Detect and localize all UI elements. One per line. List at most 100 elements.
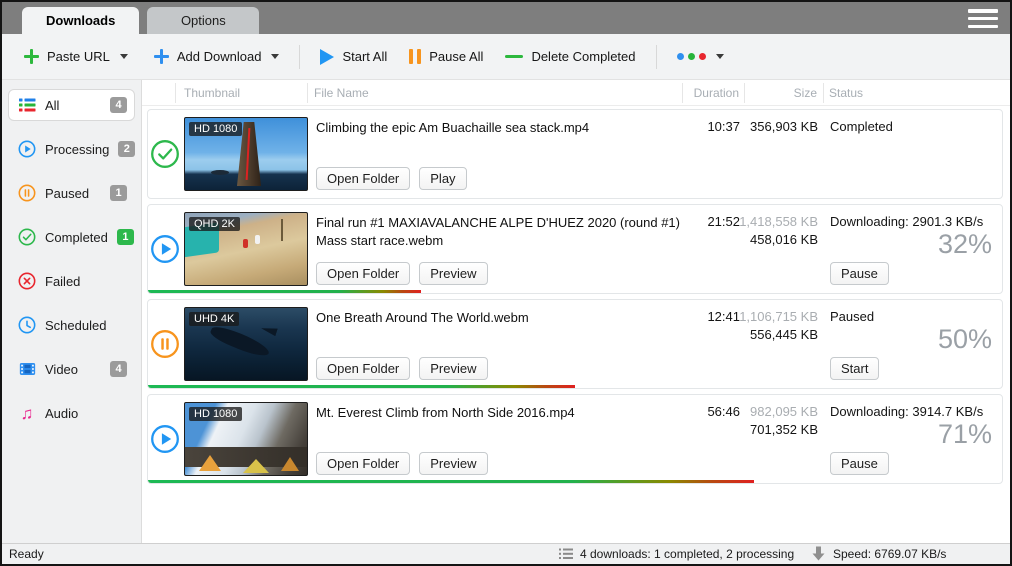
video-thumbnail[interactable]: UHD 4K [184, 307, 308, 381]
minus-icon [505, 55, 523, 58]
clock-icon [18, 316, 36, 334]
pause-button[interactable]: Pause [830, 452, 889, 475]
status-value: Completed [830, 119, 893, 134]
sidebar-item-processing[interactable]: Processing 2 [8, 133, 135, 165]
tab-options[interactable]: Options [147, 7, 259, 34]
speed-text: Speed: 6769.07 KB/s [833, 547, 946, 561]
toolbar-separator [656, 45, 657, 69]
count-badge: 1 [110, 185, 127, 201]
video-thumbnail[interactable]: HD 1080 [184, 117, 308, 191]
hamburger-menu-icon[interactable] [968, 9, 998, 28]
film-icon [18, 361, 36, 377]
check-circle-icon [148, 110, 182, 198]
delete-completed-button[interactable]: Delete Completed [497, 43, 643, 70]
count-badge: 4 [110, 361, 127, 377]
chevron-down-icon [716, 54, 724, 59]
download-row[interactable]: UHD 4K One Breath Around The World.webm … [147, 299, 1003, 389]
preview-button[interactable]: Preview [419, 452, 487, 475]
status-value: Downloading: 3914.7 KB/s [830, 404, 983, 419]
progress-bar [148, 385, 575, 388]
error-circle-icon [18, 272, 36, 290]
sidebar-item-label: Video [45, 362, 101, 377]
plus-icon [24, 49, 39, 64]
add-download-button[interactable]: Add Download [146, 43, 288, 70]
column-header-status[interactable]: Status [829, 86, 863, 100]
column-header-size[interactable]: Size [747, 86, 817, 100]
pause-button[interactable]: Pause [830, 262, 889, 285]
sidebar-item-label: Scheduled [45, 318, 127, 333]
start-all-label: Start All [342, 49, 387, 64]
download-row[interactable]: HD 1080 Climbing the epic Am Buachaille … [147, 109, 1003, 199]
pause-all-label: Pause All [429, 49, 483, 64]
sidebar-item-label: All [45, 98, 101, 113]
sidebar-item-all[interactable]: All 4 [8, 89, 135, 121]
column-header-file-name[interactable]: File Name [314, 86, 369, 100]
chevron-down-icon[interactable] [271, 54, 279, 59]
arrow-down-icon [812, 546, 825, 561]
open-folder-button[interactable]: Open Folder [316, 167, 410, 190]
download-row[interactable]: HD 1080 Mt. Everest Climb from North Sid… [147, 394, 1003, 484]
preview-button[interactable]: Preview [419, 357, 487, 380]
add-download-label: Add Download [177, 49, 262, 64]
three-dots-icon [677, 53, 706, 60]
sidebar-item-scheduled[interactable]: Scheduled [8, 309, 135, 341]
chevron-down-icon[interactable] [120, 54, 128, 59]
paste-url-button[interactable]: Paste URL [16, 43, 136, 70]
downloads-summary: 4 downloads: 1 completed, 2 processing [559, 547, 794, 561]
sidebar-item-audio[interactable]: ♫ Audio [8, 397, 135, 429]
download-row[interactable]: QHD 2K Final run #1 MAXIAVALANCHE ALPE D… [147, 204, 1003, 294]
pause-icon [409, 49, 421, 64]
start-button[interactable]: Start [830, 357, 879, 380]
progress-percent: 32% [938, 229, 992, 260]
size-total-value: 982,095 KB [726, 404, 818, 419]
list-all-icon [18, 96, 36, 114]
column-header-thumbnail[interactable]: Thumbnail [184, 86, 240, 100]
plus-icon [154, 49, 169, 64]
start-all-button[interactable]: Start All [312, 43, 395, 71]
file-name: Mt. Everest Climb from North Side 2016.m… [316, 404, 703, 422]
music-note-icon: ♫ [18, 405, 36, 422]
open-folder-button[interactable]: Open Folder [316, 452, 410, 475]
sidebar-item-completed[interactable]: Completed 1 [8, 221, 135, 253]
play-circle-icon [18, 140, 36, 158]
more-actions-button[interactable] [669, 47, 732, 66]
content-area: All 4 Processing 2 Paused 1 [2, 80, 1010, 543]
play-circle-icon [148, 205, 182, 293]
sidebar: All 4 Processing 2 Paused 1 [2, 80, 142, 543]
open-folder-button[interactable]: Open Folder [316, 357, 410, 380]
list-icon [559, 548, 573, 560]
video-thumbnail[interactable]: HD 1080 [184, 402, 308, 476]
pause-circle-icon [148, 300, 182, 388]
tab-downloads[interactable]: Downloads [22, 7, 139, 34]
sidebar-item-label: Audio [45, 406, 127, 421]
quality-badge: HD 1080 [189, 122, 242, 136]
sidebar-item-video[interactable]: Video 4 [8, 353, 135, 385]
size-downloaded-value: 701,352 KB [726, 422, 818, 437]
count-badge: 1 [117, 229, 134, 245]
size-downloaded-value: 556,445 KB [726, 327, 818, 342]
play-button[interactable]: Play [419, 167, 466, 190]
status-ready-text: Ready [9, 547, 44, 561]
app-window: Downloads Options Paste URL Add Download… [0, 0, 1012, 566]
quality-badge: QHD 2K [189, 217, 240, 231]
size-downloaded-value: 458,016 KB [726, 232, 818, 247]
sidebar-item-failed[interactable]: Failed [8, 265, 135, 297]
pause-all-button[interactable]: Pause All [401, 43, 491, 70]
sidebar-item-label: Failed [45, 274, 127, 289]
size-value: 356,903 KB [726, 119, 818, 134]
open-folder-button[interactable]: Open Folder [316, 262, 410, 285]
title-bar: Downloads Options [2, 2, 1010, 34]
sidebar-item-paused[interactable]: Paused 1 [8, 177, 135, 209]
video-thumbnail[interactable]: QHD 2K [184, 212, 308, 286]
size-total-value: 1,106,715 KB [726, 309, 818, 324]
quality-badge: HD 1080 [189, 407, 242, 421]
toolbar: Paste URL Add Download Start All Pause A… [2, 34, 1010, 80]
delete-completed-label: Delete Completed [531, 49, 635, 64]
count-badge: 2 [118, 141, 135, 157]
preview-button[interactable]: Preview [419, 262, 487, 285]
rows-container: HD 1080 Climbing the epic Am Buachaille … [142, 106, 1010, 543]
check-circle-icon [18, 228, 36, 246]
column-header-duration[interactable]: Duration [669, 86, 739, 100]
progress-bar [148, 290, 421, 293]
downloads-summary-text: 4 downloads: 1 completed, 2 processing [580, 547, 794, 561]
